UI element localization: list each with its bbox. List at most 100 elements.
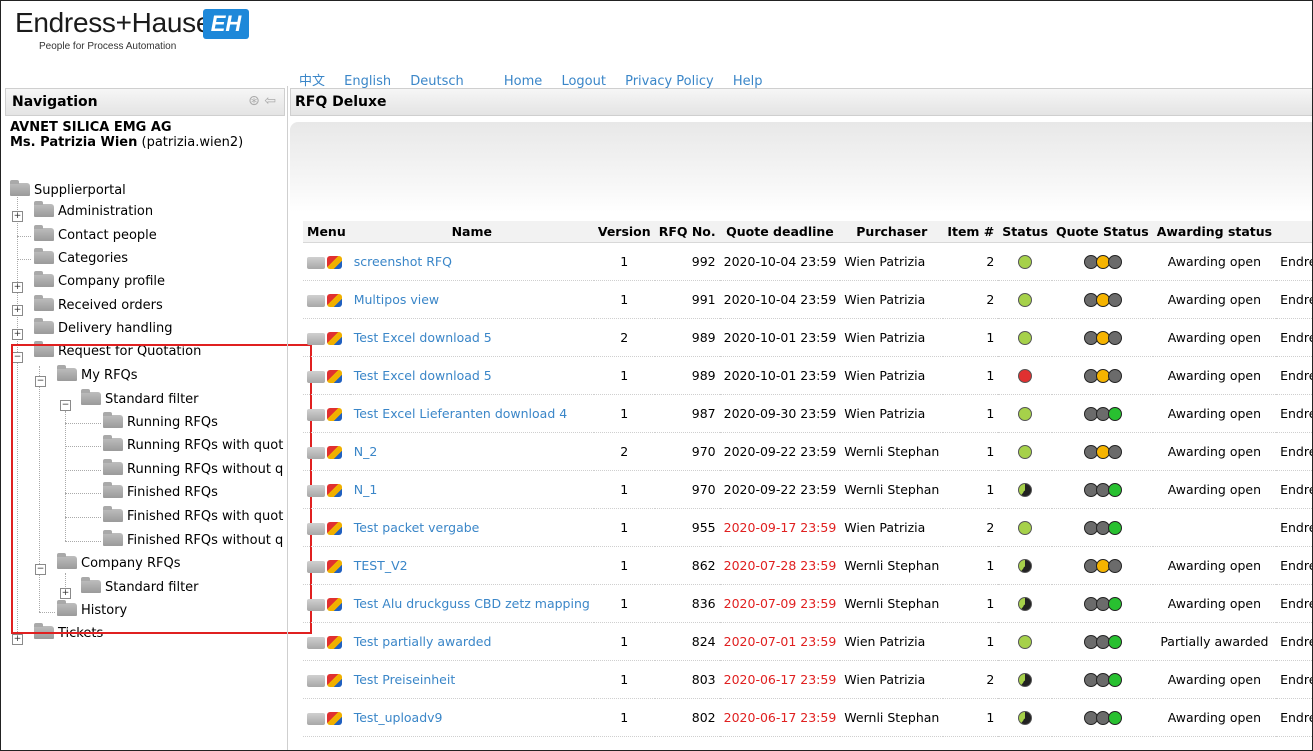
rfq-name-link[interactable]: Multipos view: [354, 292, 439, 307]
rfq-name-cell[interactable]: Multipos view: [349, 280, 594, 319]
expand-toggle-icon[interactable]: +: [12, 634, 23, 645]
rfq-name-cell[interactable]: Test Excel download 5: [349, 318, 594, 357]
lang-english-link[interactable]: English: [344, 74, 391, 89]
column-header-status[interactable]: Status: [998, 221, 1053, 243]
table-row[interactable]: Test Excel download 5 2 989 2020-10-01 23:5…: [303, 318, 1312, 357]
column-header-item-count[interactable]: Item #: [943, 221, 999, 243]
tree-item-company-profile[interactable]: Company profile: [34, 271, 165, 291]
rfq-cube-icon[interactable]: [327, 560, 342, 573]
expand-toggle-icon[interactable]: +: [12, 305, 23, 316]
folder-icon[interactable]: [307, 560, 325, 573]
tree-item-contact-people[interactable]: Contact people: [34, 225, 157, 245]
rfq-name-cell[interactable]: N_1: [349, 470, 594, 509]
folder-icon[interactable]: [307, 256, 325, 269]
table-row[interactable]: N_2 2 970 2020-09-22 23:59 Wernli Stephan 1 Aw…: [303, 432, 1312, 471]
rfq-name-cell[interactable]: Test Alu druckguss CBD zetz mapping: [349, 584, 594, 623]
lang-chinese-link[interactable]: 中文: [299, 74, 325, 89]
row-menu[interactable]: [303, 546, 350, 585]
table-row[interactable]: Test Excel download 5 1 989 2020-10-01 23:5…: [303, 356, 1312, 395]
rfq-name-cell[interactable]: Test Excel download 5: [349, 356, 594, 395]
tree-item-delivery-handling[interactable]: Delivery handling: [34, 318, 173, 338]
table-row[interactable]: Test Excel Lieferanten download 4 1 987 202…: [303, 394, 1312, 433]
row-menu[interactable]: [303, 470, 350, 509]
rfq-cube-icon[interactable]: [327, 294, 342, 307]
folder-icon[interactable]: [307, 484, 325, 497]
expand-toggle-icon[interactable]: +: [12, 282, 23, 293]
folder-icon[interactable]: [307, 522, 325, 535]
table-row[interactable]: screenshot RFQ 1 992 2020-10-04 23:59 Wien P…: [303, 242, 1312, 281]
column-header-quote-status[interactable]: Quote Status: [1052, 221, 1153, 243]
rfq-cube-icon[interactable]: [327, 256, 342, 269]
rfq-cube-icon[interactable]: [327, 598, 342, 611]
rfq-name-cell[interactable]: N_2: [349, 432, 594, 471]
rfq-name-link[interactable]: Test packet vergabe: [354, 520, 480, 535]
folder-icon[interactable]: [307, 332, 325, 345]
expand-toggle-icon[interactable]: +: [12, 211, 23, 222]
rfq-name-link[interactable]: TEST_V2: [354, 558, 408, 573]
table-row[interactable]: Test Alu druckguss CBD zetz mapping 1 836 2…: [303, 584, 1312, 623]
rfq-cube-icon[interactable]: [327, 674, 342, 687]
tree-item-received-orders[interactable]: Received orders: [34, 295, 163, 315]
rfq-cube-icon[interactable]: [327, 712, 342, 725]
column-header-purchaser[interactable]: Purchaser: [840, 221, 944, 243]
expand-toggle-icon[interactable]: +: [12, 329, 23, 340]
panel-divider[interactable]: [287, 86, 288, 750]
rfq-name-cell[interactable]: Test packet vergabe: [349, 508, 594, 547]
rfq-name-link[interactable]: Test Excel download 5: [354, 330, 492, 345]
rfq-name-cell[interactable]: Test_uploadv9: [349, 698, 594, 737]
help-link[interactable]: Help: [733, 74, 763, 89]
column-header-menu[interactable]: Menu: [303, 221, 350, 243]
folder-icon[interactable]: [307, 598, 325, 611]
rfq-name-cell[interactable]: screenshot RFQ: [349, 242, 594, 281]
table-row[interactable]: Test Preiseinheit 1 803 2020-06-17 23:59 Wie…: [303, 660, 1312, 699]
privacy-policy-link[interactable]: Privacy Policy: [625, 74, 714, 89]
row-menu[interactable]: [303, 432, 350, 471]
table-row[interactable]: TEST_V2 1 862 2020-07-28 23:59 Wernli Stepha…: [303, 546, 1312, 585]
rfq-name-link[interactable]: screenshot RFQ: [354, 254, 452, 269]
rfq-cube-icon[interactable]: [327, 408, 342, 421]
row-menu[interactable]: [303, 660, 350, 699]
folder-icon[interactable]: [307, 712, 325, 725]
lang-deutsch-link[interactable]: Deutsch: [410, 74, 464, 89]
rfq-name-link[interactable]: Test partially awarded: [354, 634, 492, 649]
rfq-name-link[interactable]: N_2: [354, 444, 378, 459]
row-menu[interactable]: [303, 584, 350, 623]
table-row[interactable]: Multipos view 1 991 2020-10-04 23:59 Wien Pa…: [303, 280, 1312, 319]
row-menu[interactable]: [303, 508, 350, 547]
rfq-cube-icon[interactable]: [327, 636, 342, 649]
rfq-name-link[interactable]: Test Excel Lieferanten download 4: [354, 406, 567, 421]
tree-item-categories[interactable]: Categories: [34, 248, 128, 268]
folder-icon[interactable]: [307, 408, 325, 421]
folder-icon[interactable]: [307, 674, 325, 687]
table-row[interactable]: N_1 1 970 2020-09-22 23:59 Wernli Stephan 1 Aw…: [303, 470, 1312, 509]
rfq-name-cell[interactable]: Test partially awarded: [349, 622, 594, 661]
row-menu[interactable]: [303, 280, 350, 319]
rfq-name-link[interactable]: Test_uploadv9: [354, 710, 443, 725]
rfq-cube-icon[interactable]: [327, 446, 342, 459]
table-row[interactable]: Test packet vergabe 1 955 2020-09-17 23:59 W…: [303, 508, 1312, 547]
column-header-name[interactable]: Name: [349, 221, 594, 243]
rfq-name-link[interactable]: Test Excel download 5: [354, 368, 492, 383]
column-header-rfq-no[interactable]: RFQ No.: [654, 221, 720, 243]
rfq-name-cell[interactable]: TEST_V2: [349, 546, 594, 585]
rfq-name-link[interactable]: N_1: [354, 482, 378, 497]
navigation-controls[interactable]: ⊛ ⇦: [248, 93, 276, 109]
rfq-cube-icon[interactable]: [327, 332, 342, 345]
folder-icon[interactable]: [307, 636, 325, 649]
tree-root-supplierportal[interactable]: Supplierportal: [10, 180, 126, 200]
row-menu[interactable]: [303, 394, 350, 433]
column-header-quote-deadline[interactable]: Quote deadline: [719, 221, 841, 243]
table-row[interactable]: Test partially awarded 1 824 2020-07-01 23:…: [303, 622, 1312, 661]
rfq-name-link[interactable]: Test Alu druckguss CBD zetz mapping: [354, 596, 590, 611]
column-header-awarding-status[interactable]: Awarding status: [1152, 221, 1277, 243]
collapse-left-icon[interactable]: ⇦: [264, 93, 276, 109]
folder-icon[interactable]: [307, 370, 325, 383]
rfq-name-link[interactable]: Test Preiseinheit: [354, 672, 456, 687]
column-header-version[interactable]: Version: [593, 221, 655, 243]
rfq-name-cell[interactable]: Test Preiseinheit: [349, 660, 594, 699]
table-row[interactable]: Test_uploadv9 1 802 2020-06-17 23:59 Wernli …: [303, 698, 1312, 737]
row-menu[interactable]: [303, 318, 350, 357]
rfq-cube-icon[interactable]: [327, 370, 342, 383]
rfq-cube-icon[interactable]: [327, 484, 342, 497]
row-menu[interactable]: [303, 622, 350, 661]
